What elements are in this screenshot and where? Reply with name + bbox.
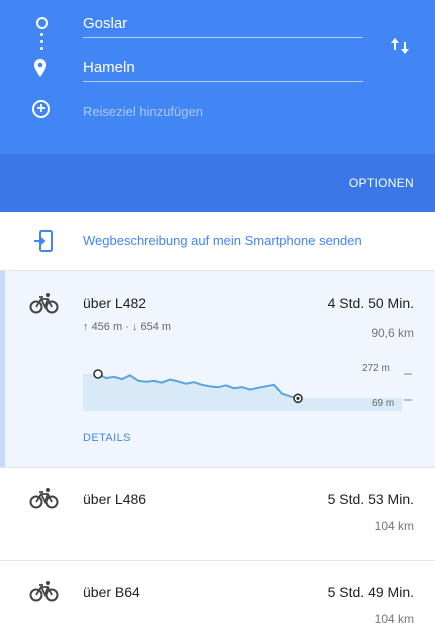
elevation-end-dot xyxy=(296,396,300,400)
route-option-3[interactable]: über B64 5 Std. 49 Min. 104 km xyxy=(0,561,435,630)
route-option-1[interactable]: über L482 4 Std. 50 Min. 90,6 km ↑ 456 m… xyxy=(0,271,435,468)
send-to-phone-icon xyxy=(34,230,53,252)
destination-pin-icon xyxy=(34,59,46,77)
options-button[interactable]: OPTIONEN xyxy=(349,175,414,191)
add-destination-input[interactable]: Reiseziel hinzufügen xyxy=(83,102,203,122)
elevation-min-label: 69 m xyxy=(372,398,395,409)
details-button[interactable]: DETAILS xyxy=(83,431,131,445)
swap-icon[interactable] xyxy=(389,34,413,58)
route-duration: 5 Std. 49 Min. xyxy=(327,584,414,600)
bicycle-icon xyxy=(29,488,59,509)
route-distance: 104 km xyxy=(374,519,414,533)
elevation-profile-fill xyxy=(83,374,402,411)
route-distance: 104 km xyxy=(374,612,414,626)
route-name: über B64 xyxy=(83,584,140,600)
bicycle-icon xyxy=(29,581,59,602)
route-dots-icon xyxy=(39,33,43,55)
route-duration: 5 Std. 53 Min. xyxy=(327,491,414,507)
send-to-phone-link[interactable]: Wegbeschreibung auf mein Smartphone send… xyxy=(83,233,362,249)
destination-input[interactable]: Hameln xyxy=(83,57,363,82)
add-destination-icon[interactable]: + xyxy=(32,100,50,118)
route-option-2[interactable]: über L486 5 Std. 53 Min. 104 km xyxy=(0,468,435,561)
directions-header: Goslar Hameln + Reiseziel hinzufügen OPT… xyxy=(0,0,435,212)
origin-input[interactable]: Goslar xyxy=(83,13,363,38)
elevation-start-marker xyxy=(93,369,103,379)
elevation-max-label: 272 m xyxy=(362,363,390,374)
send-to-phone-row[interactable]: Wegbeschreibung auf mein Smartphone send… xyxy=(0,212,435,271)
origin-circle-icon xyxy=(36,17,48,29)
route-name: über L486 xyxy=(83,491,147,507)
